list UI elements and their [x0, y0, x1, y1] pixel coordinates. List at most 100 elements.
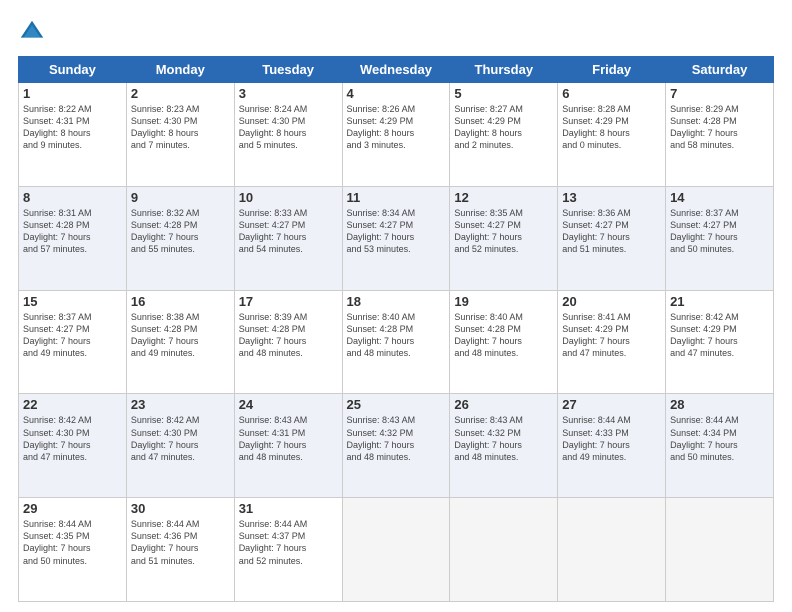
cell-info: Sunrise: 8:40 AM Sunset: 4:28 PM Dayligh… — [454, 311, 553, 360]
day-number: 6 — [562, 86, 661, 101]
day-number: 26 — [454, 397, 553, 412]
cell-info: Sunrise: 8:42 AM Sunset: 4:30 PM Dayligh… — [23, 414, 122, 463]
cell-info: Sunrise: 8:37 AM Sunset: 4:27 PM Dayligh… — [670, 207, 769, 256]
cell-info: Sunrise: 8:38 AM Sunset: 4:28 PM Dayligh… — [131, 311, 230, 360]
header — [18, 18, 774, 46]
day-number: 29 — [23, 501, 122, 516]
calendar-cell: 20 Sunrise: 8:41 AM Sunset: 4:29 PM Dayli… — [558, 290, 666, 394]
cell-info: Sunrise: 8:27 AM Sunset: 4:29 PM Dayligh… — [454, 103, 553, 152]
calendar-week-4: 22 Sunrise: 8:42 AM Sunset: 4:30 PM Dayli… — [19, 394, 774, 498]
day-number: 8 — [23, 190, 122, 205]
calendar-week-3: 15 Sunrise: 8:37 AM Sunset: 4:27 PM Dayli… — [19, 290, 774, 394]
day-header-thursday: Thursday — [450, 57, 558, 83]
day-header-monday: Monday — [126, 57, 234, 83]
calendar-cell: 9 Sunrise: 8:32 AM Sunset: 4:28 PM Daylig… — [126, 186, 234, 290]
calendar-cell: 8 Sunrise: 8:31 AM Sunset: 4:28 PM Daylig… — [19, 186, 127, 290]
calendar-cell: 3 Sunrise: 8:24 AM Sunset: 4:30 PM Daylig… — [234, 83, 342, 187]
calendar-cell: 4Sunrise: 8:26 AM Sunset: 4:29 PM Daylig… — [342, 83, 450, 187]
calendar-cell: 27Sunrise: 8:44 AM Sunset: 4:33 PM Dayli… — [558, 394, 666, 498]
cell-info: Sunrise: 8:33 AM Sunset: 4:27 PM Dayligh… — [239, 207, 338, 256]
day-header-friday: Friday — [558, 57, 666, 83]
cell-info: Sunrise: 8:44 AM Sunset: 4:35 PM Dayligh… — [23, 518, 122, 567]
cell-info: Sunrise: 8:42 AM Sunset: 4:30 PM Dayligh… — [131, 414, 230, 463]
page: SundayMondayTuesdayWednesdayThursdayFrid… — [0, 0, 792, 612]
calendar-cell: 28 Sunrise: 8:44 AM Sunset: 4:34 PM Dayli… — [666, 394, 774, 498]
day-number: 1 — [23, 86, 122, 101]
day-number: 31 — [239, 501, 338, 516]
day-number: 30 — [131, 501, 230, 516]
calendar-week-1: 1 Sunrise: 8:22 AM Sunset: 4:31 PM Daylig… — [19, 83, 774, 187]
calendar-cell: 12Sunrise: 8:35 AM Sunset: 4:27 PM Dayli… — [450, 186, 558, 290]
day-number: 28 — [670, 397, 769, 412]
day-number: 3 — [239, 86, 338, 101]
cell-info: Sunrise: 8:41 AM Sunset: 4:29 PM Dayligh… — [562, 311, 661, 360]
logo-icon — [18, 18, 46, 46]
day-number: 5 — [454, 86, 553, 101]
cell-info: Sunrise: 8:36 AM Sunset: 4:27 PM Dayligh… — [562, 207, 661, 256]
day-number: 7 — [670, 86, 769, 101]
cell-info: Sunrise: 8:28 AM Sunset: 4:29 PM Dayligh… — [562, 103, 661, 152]
day-header-sunday: Sunday — [19, 57, 127, 83]
cell-info: Sunrise: 8:34 AM Sunset: 4:27 PM Dayligh… — [347, 207, 446, 256]
calendar-cell: 11 Sunrise: 8:34 AM Sunset: 4:27 PM Dayli… — [342, 186, 450, 290]
calendar-week-2: 8 Sunrise: 8:31 AM Sunset: 4:28 PM Daylig… — [19, 186, 774, 290]
calendar-cell: 10 Sunrise: 8:33 AM Sunset: 4:27 PM Dayli… — [234, 186, 342, 290]
calendar-cell — [450, 498, 558, 602]
calendar-cell: 1 Sunrise: 8:22 AM Sunset: 4:31 PM Daylig… — [19, 83, 127, 187]
cell-info: Sunrise: 8:44 AM Sunset: 4:36 PM Dayligh… — [131, 518, 230, 567]
calendar-cell: 29 Sunrise: 8:44 AM Sunset: 4:35 PM Dayli… — [19, 498, 127, 602]
cell-info: Sunrise: 8:24 AM Sunset: 4:30 PM Dayligh… — [239, 103, 338, 152]
calendar-cell: 2Sunrise: 8:23 AM Sunset: 4:30 PM Daylig… — [126, 83, 234, 187]
calendar-cell: 5 Sunrise: 8:27 AM Sunset: 4:29 PM Daylig… — [450, 83, 558, 187]
cell-info: Sunrise: 8:42 AM Sunset: 4:29 PM Dayligh… — [670, 311, 769, 360]
logo — [18, 18, 50, 46]
day-header-tuesday: Tuesday — [234, 57, 342, 83]
cell-info: Sunrise: 8:43 AM Sunset: 4:32 PM Dayligh… — [347, 414, 446, 463]
calendar-cell: 6 Sunrise: 8:28 AM Sunset: 4:29 PM Daylig… — [558, 83, 666, 187]
day-number: 21 — [670, 294, 769, 309]
calendar-cell — [342, 498, 450, 602]
cell-info: Sunrise: 8:29 AM Sunset: 4:28 PM Dayligh… — [670, 103, 769, 152]
calendar-cell: 16 Sunrise: 8:38 AM Sunset: 4:28 PM Dayli… — [126, 290, 234, 394]
day-number: 20 — [562, 294, 661, 309]
day-header-wednesday: Wednesday — [342, 57, 450, 83]
calendar-cell: 25Sunrise: 8:43 AM Sunset: 4:32 PM Dayli… — [342, 394, 450, 498]
day-number: 16 — [131, 294, 230, 309]
day-number: 18 — [347, 294, 446, 309]
calendar-cell: 19 Sunrise: 8:40 AM Sunset: 4:28 PM Dayli… — [450, 290, 558, 394]
day-number: 22 — [23, 397, 122, 412]
cell-info: Sunrise: 8:23 AM Sunset: 4:30 PM Dayligh… — [131, 103, 230, 152]
cell-info: Sunrise: 8:44 AM Sunset: 4:33 PM Dayligh… — [562, 414, 661, 463]
day-number: 12 — [454, 190, 553, 205]
day-number: 10 — [239, 190, 338, 205]
cell-info: Sunrise: 8:37 AM Sunset: 4:27 PM Dayligh… — [23, 311, 122, 360]
day-number: 17 — [239, 294, 338, 309]
calendar-cell — [666, 498, 774, 602]
calendar-cell: 23 Sunrise: 8:42 AM Sunset: 4:30 PM Dayli… — [126, 394, 234, 498]
day-number: 13 — [562, 190, 661, 205]
cell-info: Sunrise: 8:39 AM Sunset: 4:28 PM Dayligh… — [239, 311, 338, 360]
calendar-week-5: 29 Sunrise: 8:44 AM Sunset: 4:35 PM Dayli… — [19, 498, 774, 602]
calendar-cell: 21 Sunrise: 8:42 AM Sunset: 4:29 PM Dayli… — [666, 290, 774, 394]
calendar-cell: 15 Sunrise: 8:37 AM Sunset: 4:27 PM Dayli… — [19, 290, 127, 394]
cell-info: Sunrise: 8:43 AM Sunset: 4:32 PM Dayligh… — [454, 414, 553, 463]
day-number: 11 — [347, 190, 446, 205]
day-number: 23 — [131, 397, 230, 412]
calendar-cell: 17 Sunrise: 8:39 AM Sunset: 4:28 PM Dayli… — [234, 290, 342, 394]
cell-info: Sunrise: 8:32 AM Sunset: 4:28 PM Dayligh… — [131, 207, 230, 256]
calendar-cell: 13 Sunrise: 8:36 AM Sunset: 4:27 PM Dayli… — [558, 186, 666, 290]
cell-info: Sunrise: 8:22 AM Sunset: 4:31 PM Dayligh… — [23, 103, 122, 152]
day-number: 4 — [347, 86, 446, 101]
cell-info: Sunrise: 8:31 AM Sunset: 4:28 PM Dayligh… — [23, 207, 122, 256]
day-number: 19 — [454, 294, 553, 309]
day-header-saturday: Saturday — [666, 57, 774, 83]
calendar-cell: 24Sunrise: 8:43 AM Sunset: 4:31 PM Dayli… — [234, 394, 342, 498]
day-number: 15 — [23, 294, 122, 309]
day-number: 24 — [239, 397, 338, 412]
day-number: 9 — [131, 190, 230, 205]
calendar-cell: 26 Sunrise: 8:43 AM Sunset: 4:32 PM Dayli… — [450, 394, 558, 498]
calendar-cell: 7 Sunrise: 8:29 AM Sunset: 4:28 PM Daylig… — [666, 83, 774, 187]
cell-info: Sunrise: 8:40 AM Sunset: 4:28 PM Dayligh… — [347, 311, 446, 360]
cell-info: Sunrise: 8:44 AM Sunset: 4:34 PM Dayligh… — [670, 414, 769, 463]
day-number: 14 — [670, 190, 769, 205]
